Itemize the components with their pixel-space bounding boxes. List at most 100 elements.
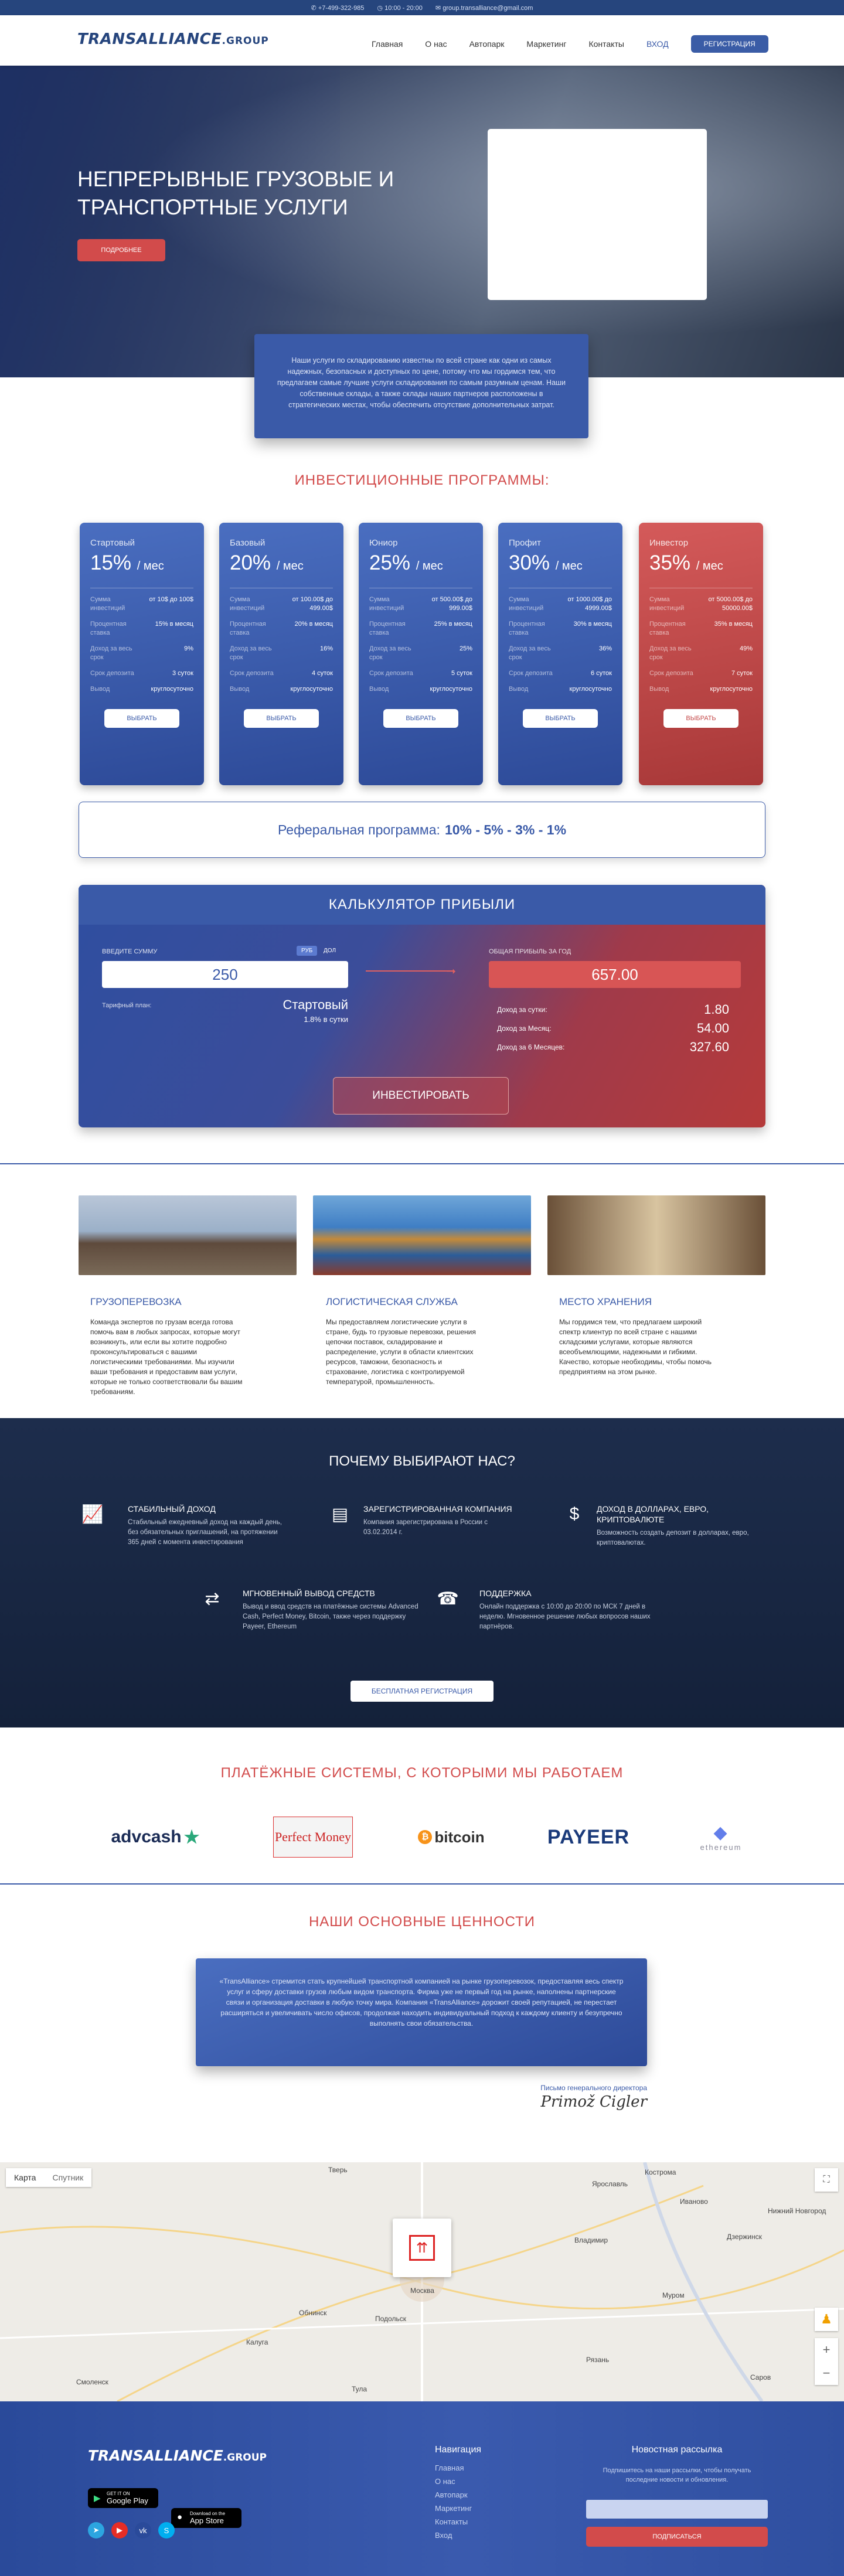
- program-card: Юниор 25% / мес Сумма инвестиций от 500.00$…: [359, 523, 483, 785]
- program-row-sum: Сумма инвестиций от 5000.00$ до 50000.00$: [649, 596, 753, 612]
- register-button[interactable]: РЕГИСТРАЦИЯ: [690, 35, 768, 53]
- free-register-button[interactable]: БЕСПЛАТНАЯ РЕГИСТРАЦИЯ: [350, 1681, 494, 1702]
- hero-section: НЕПРЕРЫВНЫЕ ГРУЗОВЫЕ И ТРАНСПОРТНЫЕ УСЛУ…: [0, 66, 844, 377]
- invest-button[interactable]: ИНВЕСТИРОВАТЬ: [333, 1077, 509, 1115]
- newsletter-text: Подпишитесь на наши рассылки, чтобы полу…: [603, 2467, 751, 2483]
- choose-program-button[interactable]: ВЫБРАТЬ: [383, 709, 458, 728]
- zoom-out-icon[interactable]: −: [823, 2366, 831, 2381]
- hero-more-button[interactable]: ПОДРОБНЕЕ: [77, 239, 165, 261]
- train-image: [79, 1195, 297, 1275]
- amount-input[interactable]: 250: [102, 961, 348, 988]
- signature-label: Письмо генерального директора: [540, 2084, 647, 2092]
- program-percent: 20% / мес: [230, 551, 333, 588]
- footer-link-contacts[interactable]: Контакты: [435, 2517, 472, 2526]
- program-row-sum: Сумма инвестиций от 100.00$ до 499.00$: [230, 596, 333, 612]
- currency-rub-toggle[interactable]: РУБ: [297, 946, 318, 956]
- calculator-title: КАЛЬКУЛЯТОР ПРИБЫЛИ: [79, 885, 765, 925]
- choose-program-button[interactable]: ВЫБРАТЬ: [523, 709, 598, 728]
- half-year-income-value: 327.60: [689, 1040, 729, 1054]
- hero-video-frame[interactable]: [488, 129, 707, 300]
- footer-link-fleet[interactable]: Автопарк: [435, 2490, 472, 2499]
- app-store-button[interactable]: ● Download on the App Store: [171, 2508, 241, 2528]
- why-title: ПОЧЕМУ ВЫБИРАЮТ НАС?: [329, 1453, 515, 1469]
- program-name: Юниор: [369, 538, 398, 548]
- program-percent: 15% / мес: [90, 551, 193, 588]
- bitcoin-logo: ₿ bitcoin: [410, 1817, 492, 1858]
- map-tab[interactable]: Карта: [6, 2168, 44, 2187]
- choose-program-button[interactable]: ВЫБРАТЬ: [244, 709, 319, 728]
- fullscreen-icon[interactable]: ⛶: [815, 2168, 838, 2192]
- choose-program-button[interactable]: ВЫБРАТЬ: [104, 709, 179, 728]
- newsletter-email-input[interactable]: [586, 2500, 768, 2519]
- divider: [0, 1883, 844, 1885]
- menu-item-fleet[interactable]: Автопарк: [469, 39, 505, 49]
- program-row-sum: Сумма инвестиций от 500.00$ до 999.00$: [369, 596, 472, 612]
- map-city-label: Дзержинск: [727, 2233, 762, 2241]
- divider: [0, 1163, 844, 1164]
- menu-item-marketing[interactable]: Маркетинг: [526, 39, 566, 49]
- referral-levels: 10% - 5% - 3% - 1%: [444, 822, 567, 837]
- map-city-label: Калуга: [246, 2338, 268, 2346]
- menu-item-contacts[interactable]: Контакты: [588, 39, 624, 49]
- currency-usd-toggle[interactable]: ДОЛ: [319, 946, 341, 956]
- money-hand-icon: $: [569, 1504, 580, 1524]
- program-card: Профит 30% / мес Сумма инвестиций от 1000.0…: [498, 523, 622, 785]
- program-card: Стартовый 15% / мес Сумма инвестиций от 10$…: [80, 523, 204, 785]
- map-marker[interactable]: ⇈: [393, 2219, 451, 2277]
- program-card: Базовый 20% / мес Сумма инвестиций от 100.0…: [219, 523, 343, 785]
- footer-nav: Главная О нас Автопарк Маркетинг Контакт…: [435, 2463, 472, 2540]
- service-title-cargo: ГРУЗОПЕРЕВОЗКА: [90, 1296, 182, 1307]
- footer-link-login[interactable]: Вход: [435, 2531, 472, 2540]
- footer-link-home[interactable]: Главная: [435, 2463, 472, 2472]
- footer-link-marketing[interactable]: Маркетинг: [435, 2504, 472, 2513]
- half-year-income-label: Доход за 6 Месяцев:: [497, 1043, 565, 1051]
- program-name: Инвестор: [649, 538, 689, 548]
- logo[interactable]: TRANSALLIANCE.GROUP: [77, 30, 269, 48]
- youtube-icon[interactable]: ▶: [111, 2522, 128, 2538]
- email-text[interactable]: ✉ group.transalliance@gmail.com: [435, 4, 533, 12]
- why-text-withdraw: Вывод и ввод средств на платёжные систем…: [243, 1603, 418, 1630]
- zoom-control: + −: [815, 2338, 838, 2385]
- map-type-control: Карта Спутник: [6, 2168, 92, 2187]
- choose-program-button[interactable]: ВЫБРАТЬ: [663, 709, 738, 728]
- google-play-icon: ▶: [94, 2493, 101, 2503]
- map-city-label: Саров: [750, 2373, 771, 2381]
- program-row-rate: Процентная ставка 15% в месяц: [90, 621, 193, 636]
- menu-item-home[interactable]: Главная: [372, 39, 403, 49]
- vk-icon[interactable]: vk: [135, 2522, 151, 2538]
- street-view-icon[interactable]: ♟: [815, 2308, 838, 2331]
- referral-label: Реферальная программа:: [277, 822, 440, 837]
- hours-text: ◷ 10:00 - 20:00: [377, 4, 423, 12]
- truck-icon: ⇈: [409, 2235, 435, 2261]
- program-row-income: Доход за весь срок 49%: [649, 645, 753, 661]
- program-row-term: Срок депозита 6 суток: [509, 670, 612, 677]
- why-text-support: Онлайн поддержка с 10:00 до 20:00 по МСК…: [479, 1603, 651, 1630]
- footer-nav-title: Навигация: [435, 2445, 482, 2455]
- footer-logo[interactable]: TRANSALLIANCE.GROUP: [88, 2447, 267, 2464]
- program-row-income: Доход за весь срок 36%: [509, 645, 612, 661]
- values-text-box: «TransAlliance» стремится стать крупнейш…: [196, 1958, 647, 2066]
- map-city-label: Тверь: [328, 2166, 348, 2174]
- plan-name: Стартовый: [283, 997, 348, 1012]
- footer-link-about[interactable]: О нас: [435, 2477, 472, 2486]
- program-row-withdraw: Вывод круглосуточно: [369, 686, 472, 693]
- referral-box: Реферальная программа: 10% - 5% - 3% - 1%: [79, 802, 765, 858]
- service-title-storage: МЕСТО ХРАНЕНИЯ: [559, 1296, 652, 1307]
- program-row-sum: Сумма инвестиций от 1000.00$ до 4999.00$: [509, 596, 612, 612]
- program-row-rate: Процентная ставка 30% в месяц: [509, 621, 612, 636]
- zoom-in-icon[interactable]: +: [823, 2342, 831, 2357]
- skype-icon[interactable]: S: [158, 2522, 175, 2538]
- login-link[interactable]: ВХОД: [646, 39, 669, 49]
- certificate-icon: ▤: [331, 1504, 349, 1524]
- google-play-button[interactable]: ▶ GET IT ON Google Play: [88, 2488, 158, 2508]
- phone-text[interactable]: ✆ +7-499-322-985: [311, 4, 365, 12]
- menu-item-about[interactable]: О нас: [425, 39, 447, 49]
- satellite-tab[interactable]: Спутник: [44, 2168, 91, 2187]
- subscribe-button[interactable]: ПОДПИСАТЬСЯ: [586, 2527, 768, 2547]
- program-row-term: Срок депозита 4 суток: [230, 670, 333, 677]
- telegram-icon[interactable]: ➤: [88, 2522, 104, 2538]
- hero-truck-image: [0, 66, 340, 377]
- director-signature: Primož Cigler: [540, 2093, 648, 2111]
- arrow-icon: ➝: [366, 965, 456, 978]
- map-widget[interactable]: Тверь Ярославль Москва Владимир Нижний Новго…: [0, 2162, 844, 2401]
